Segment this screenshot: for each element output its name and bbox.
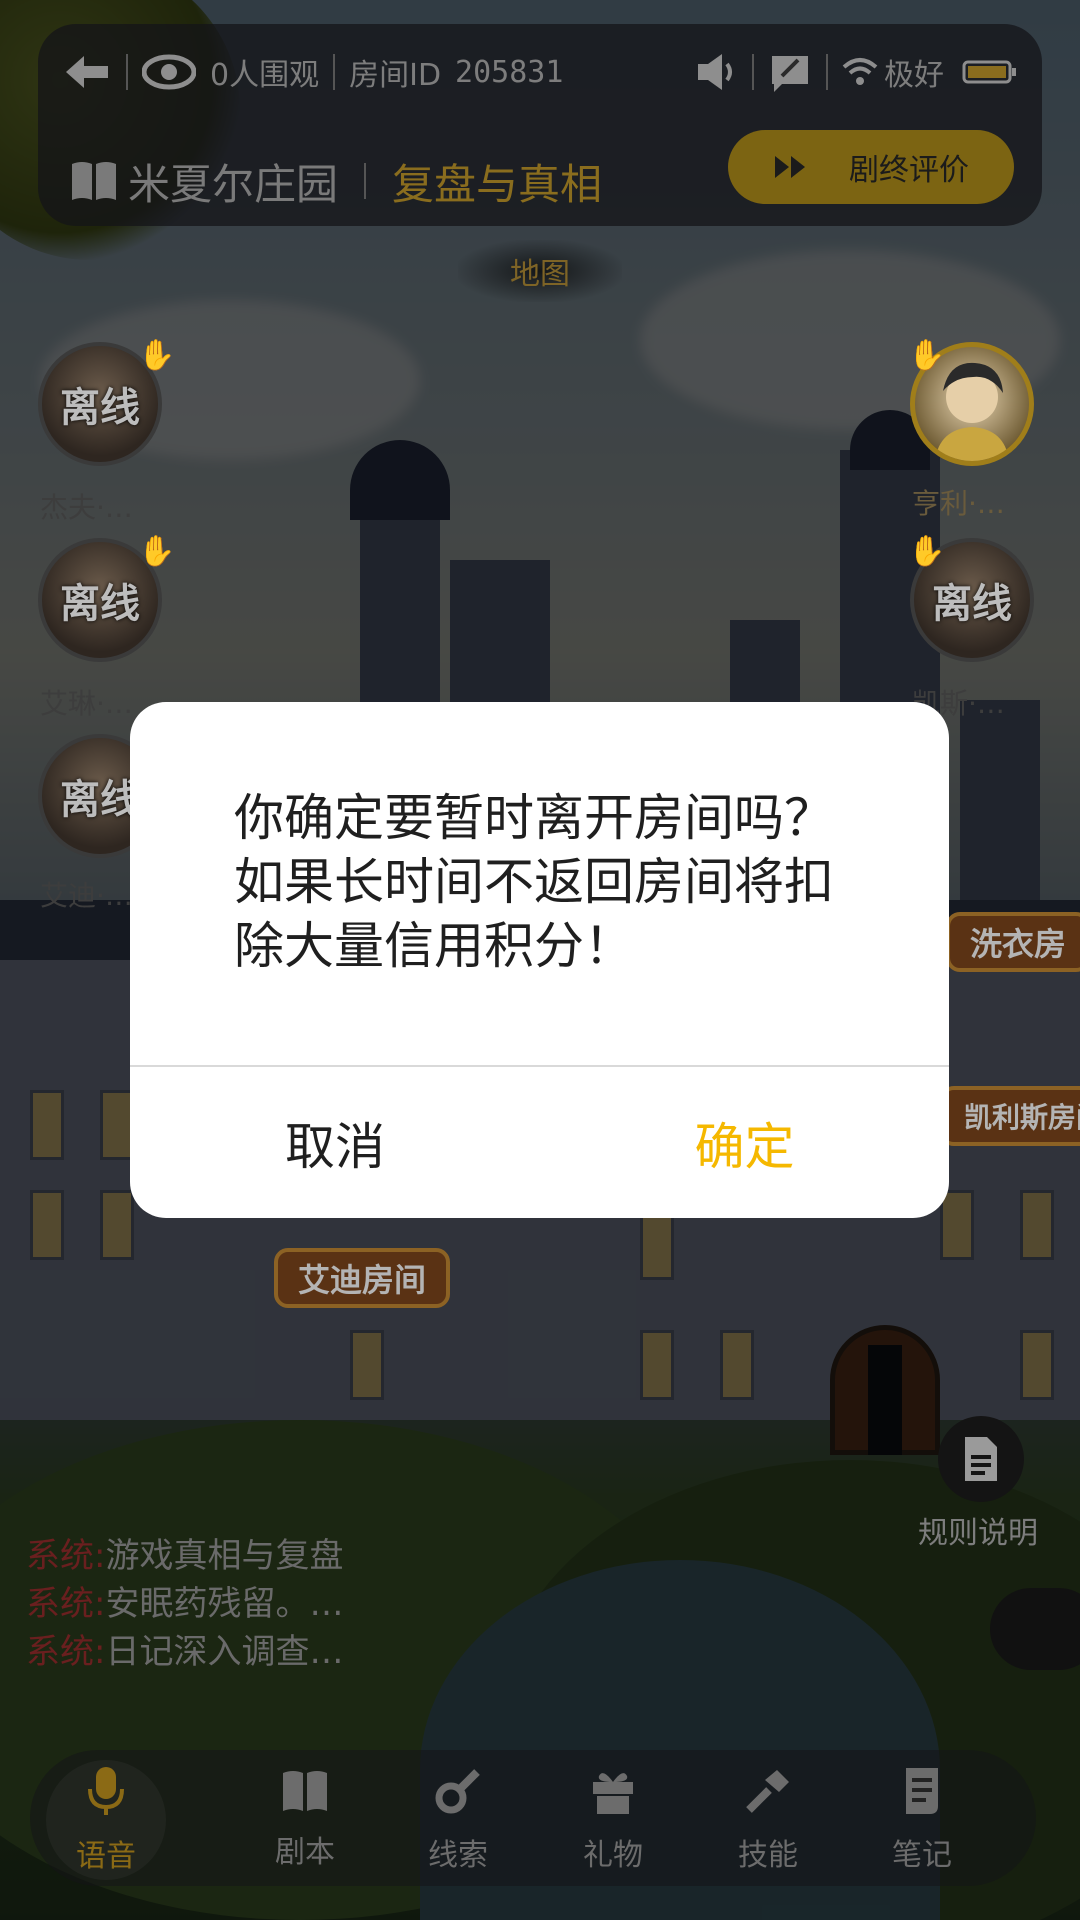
raised-hand-icon: ✋ xyxy=(138,534,176,569)
fast-forward-icon xyxy=(773,154,809,180)
system-text: 安眠药残留。… xyxy=(105,1584,344,1624)
battery-icon xyxy=(962,58,1018,86)
nav-script[interactable]: 剧本 xyxy=(245,1760,365,1880)
nav-label: 技能 xyxy=(738,1838,798,1873)
room-id-label: 房间ID xyxy=(349,58,442,93)
chapter-title: 复盘与真相 xyxy=(392,159,603,209)
divider xyxy=(364,163,367,199)
nav-label: 笔记 xyxy=(892,1838,952,1873)
final-review-label: 剧终评价 xyxy=(849,153,969,188)
chat-edit-icon[interactable] xyxy=(768,50,812,94)
hammer-icon xyxy=(743,1766,793,1826)
nav-gifts[interactable]: 礼物 xyxy=(553,1760,673,1880)
divider xyxy=(126,54,128,90)
system-text: 游戏真相与复盘 xyxy=(105,1536,344,1576)
system-tag: 系统: xyxy=(26,1584,106,1624)
nav-skills[interactable]: 技能 xyxy=(708,1760,828,1880)
room-sign-label: 洗衣房 xyxy=(970,925,1067,963)
room-sign-kais[interactable]: 凯利斯房间 xyxy=(940,1086,1080,1146)
script-name: 米夏尔庄园 xyxy=(128,159,339,209)
status-row: 0人围观 房间ID 205831 极好 xyxy=(62,44,1018,100)
book-icon xyxy=(281,1769,329,1823)
magnifier-icon xyxy=(433,1766,483,1826)
book-icon xyxy=(70,160,118,202)
system-message: 系统:安眠药残留。… xyxy=(26,1580,343,1628)
gift-icon xyxy=(589,1766,637,1826)
system-tag: 系统: xyxy=(26,1632,106,1672)
cancel-button[interactable]: 取消 xyxy=(130,1067,540,1218)
room-sign-eddie[interactable]: 艾迪房间 xyxy=(274,1248,451,1308)
nav-clues[interactable]: 线索 xyxy=(398,1760,518,1880)
final-review-button[interactable]: 剧终评价 xyxy=(728,130,1014,204)
divider xyxy=(333,54,336,90)
system-message: 系统:日记深入调查… xyxy=(26,1628,343,1676)
player-name: 艾迪·… xyxy=(40,879,133,912)
document-icon xyxy=(965,1437,997,1481)
wifi-icon xyxy=(842,57,878,87)
nav-label: 线索 xyxy=(428,1838,488,1873)
top-bar: 0人围观 房间ID 205831 极好 米夏尔庄园 复盘与真相 剧终评价 xyxy=(38,24,1042,226)
map-tab[interactable]: 地图 xyxy=(458,240,622,302)
player-name: 杰夫·… xyxy=(40,491,133,524)
player-name: 亨利·… xyxy=(912,487,1005,520)
viewer-count: 0人围观 xyxy=(210,58,320,93)
notes-icon xyxy=(900,1766,944,1826)
leave-room-dialog: 你确定要暂时离开房间吗？如果长时间不返回房间将扣除大量信用积分！ 取消 确定 xyxy=(130,702,949,1218)
raised-hand-icon: ✋ xyxy=(908,534,946,569)
room-sign-laundry[interactable]: 洗衣房 xyxy=(946,912,1080,972)
signal-strength: 极好 xyxy=(884,58,944,93)
room-sign-label: 艾迪房间 xyxy=(298,1261,427,1299)
nav-notes[interactable]: 笔记 xyxy=(862,1760,982,1880)
speaker-icon[interactable] xyxy=(694,50,738,94)
microphone-icon xyxy=(86,1765,126,1827)
system-message-list: 系统:游戏真相与复盘 系统:安眠药残留。… 系统:日记深入调查… xyxy=(26,1532,343,1676)
raised-hand-icon: ✋ xyxy=(908,338,946,373)
rules-label: 规则说明 xyxy=(918,1516,1038,1551)
system-message: 系统:游戏真相与复盘 xyxy=(26,1532,343,1580)
nav-label: 礼物 xyxy=(583,1838,643,1873)
room-sign-label: 凯利斯房间 xyxy=(964,1101,1080,1134)
side-panel-handle[interactable] xyxy=(990,1588,1080,1670)
system-tag: 系统: xyxy=(26,1536,106,1576)
bottom-nav: 语音 剧本 线索 礼物 技能 笔记 xyxy=(30,1750,1036,1886)
nav-label: 剧本 xyxy=(275,1835,335,1870)
rules-button[interactable] xyxy=(938,1416,1024,1502)
divider xyxy=(752,54,754,90)
map-label: 地图 xyxy=(510,257,570,292)
nav-voice[interactable]: 语音 xyxy=(46,1760,166,1880)
dialog-message: 你确定要暂时离开房间吗？如果长时间不返回房间将扣除大量信用积分！ xyxy=(234,789,834,975)
nav-label: 语音 xyxy=(76,1839,136,1874)
raised-hand-icon: ✋ xyxy=(138,338,176,373)
system-text: 日记深入调查… xyxy=(105,1632,344,1672)
room-id: 205831 xyxy=(455,54,564,90)
eye-icon xyxy=(142,54,196,90)
back-arrow-icon[interactable] xyxy=(62,52,112,92)
confirm-button[interactable]: 确定 xyxy=(540,1067,949,1218)
player-name: 艾琳·… xyxy=(40,687,133,720)
divider xyxy=(826,54,828,90)
